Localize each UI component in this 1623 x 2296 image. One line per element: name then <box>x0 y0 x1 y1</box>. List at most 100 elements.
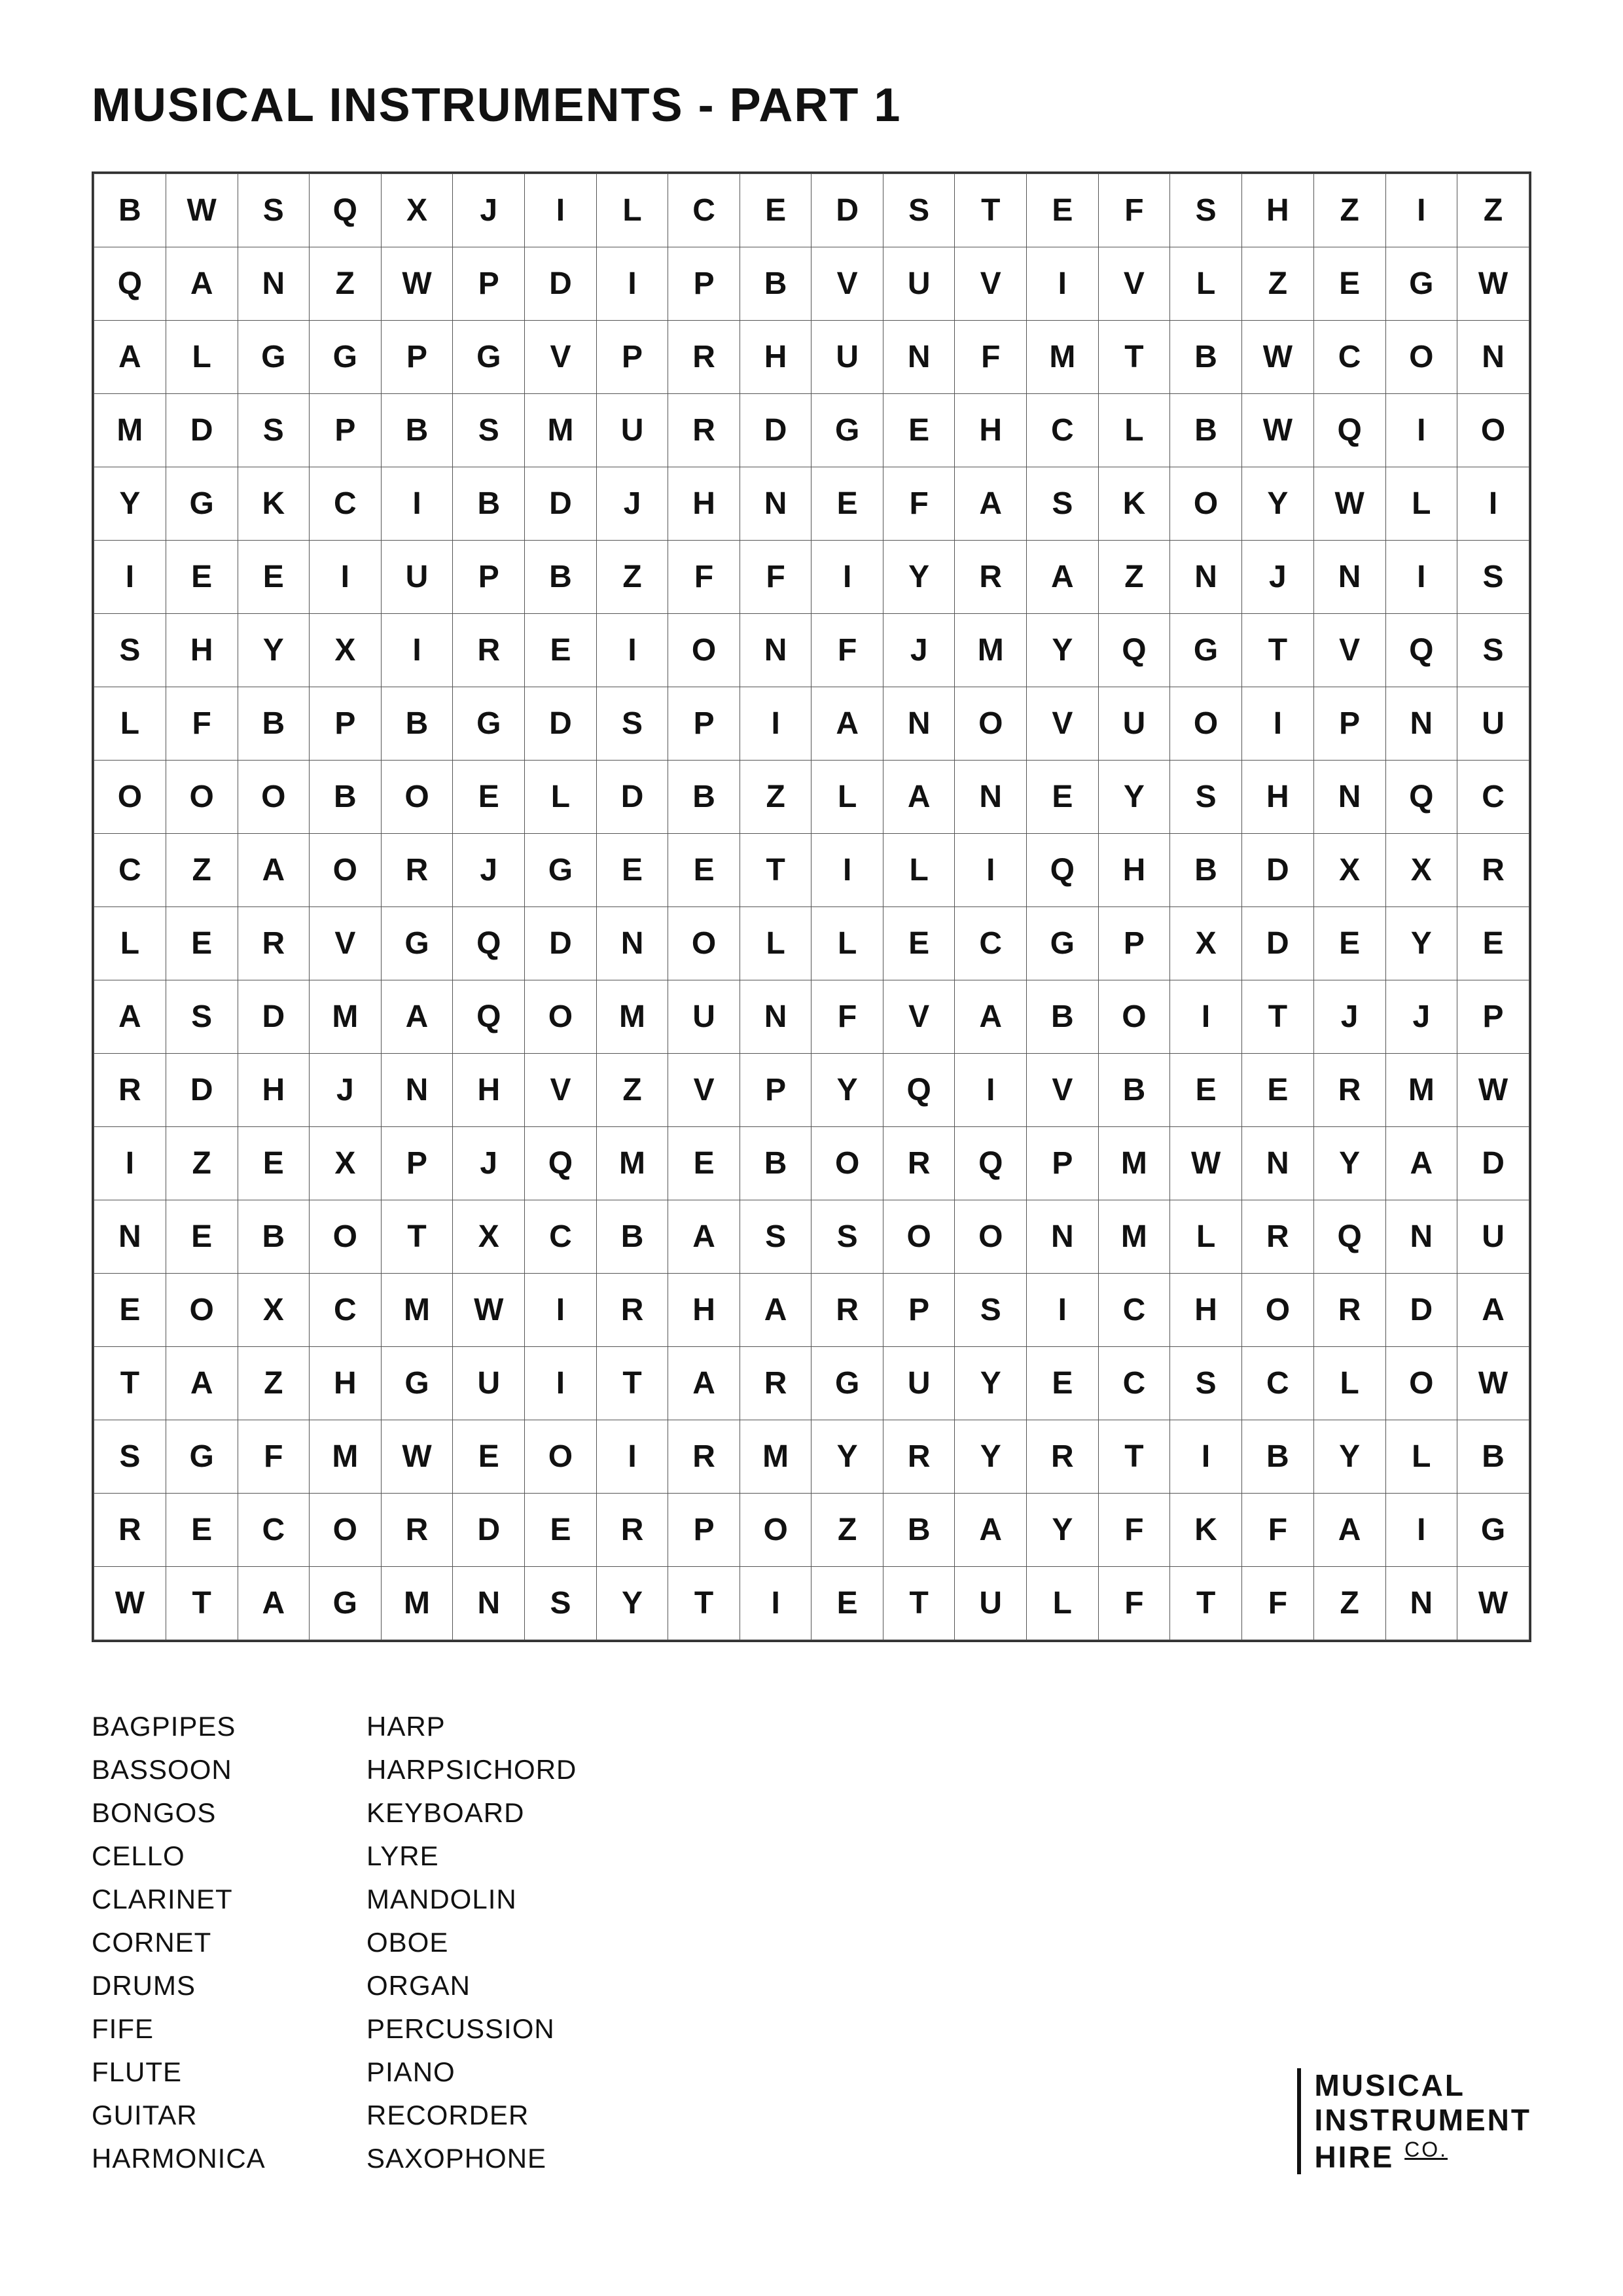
grid-cell: Z <box>1457 174 1529 247</box>
logo-box: MUSICAL INSTRUMENT HIRE CO. <box>1297 2068 1531 2174</box>
grid-cell: I <box>1170 1420 1242 1494</box>
grid-cell: N <box>1027 1200 1099 1274</box>
grid-cell: M <box>310 980 382 1054</box>
grid-cell: B <box>238 1200 310 1274</box>
logo-line-1: MUSICAL <box>1314 2068 1465 2103</box>
grid-cell: G <box>812 394 883 467</box>
grid-cell: M <box>94 394 166 467</box>
grid-cell: D <box>1241 907 1313 980</box>
grid-cell: L <box>1027 1567 1099 1640</box>
grid-cell: E <box>238 1127 310 1200</box>
word-item: MANDOLIN <box>366 1884 641 1915</box>
grid-cell: E <box>166 907 238 980</box>
grid-cell: Q <box>883 1054 955 1127</box>
grid-cell: N <box>1313 761 1385 834</box>
grid-cell: R <box>453 614 525 687</box>
grid-cell: O <box>955 687 1027 761</box>
grid-cell: L <box>94 907 166 980</box>
word-item: DRUMS <box>92 1970 366 2001</box>
grid-cell: V <box>1027 1054 1099 1127</box>
grid-cell: T <box>1098 1420 1170 1494</box>
grid-cell: Y <box>1098 761 1170 834</box>
grid-cell: T <box>740 834 812 907</box>
grid-cell: O <box>668 907 740 980</box>
grid-cell: D <box>525 467 597 541</box>
grid-cell: A <box>1457 1274 1529 1347</box>
grid-cell: W <box>381 1420 453 1494</box>
grid-cell: B <box>1457 1420 1529 1494</box>
grid-cell: F <box>812 614 883 687</box>
grid-cell: G <box>166 1420 238 1494</box>
grid-cell: N <box>1170 541 1242 614</box>
word-item: HARP <box>366 1711 641 1742</box>
grid-cell: C <box>310 467 382 541</box>
grid-cell: C <box>1027 394 1099 467</box>
grid-cell: S <box>94 1420 166 1494</box>
grid-cell: I <box>1385 1494 1457 1567</box>
grid-cell: I <box>1027 247 1099 321</box>
grid-cell: N <box>1385 1567 1457 1640</box>
grid-cell: W <box>1241 394 1313 467</box>
grid-cell: J <box>310 1054 382 1127</box>
grid-cell: S <box>238 394 310 467</box>
grid-cell: P <box>310 687 382 761</box>
grid-cell: H <box>1098 834 1170 907</box>
grid-cell: Q <box>310 174 382 247</box>
grid-cell: S <box>1027 467 1099 541</box>
grid-cell: S <box>883 174 955 247</box>
grid-cell: G <box>453 687 525 761</box>
grid-cell: P <box>668 247 740 321</box>
grid-cell: F <box>668 541 740 614</box>
grid-cell: J <box>883 614 955 687</box>
word-item: CELLO <box>92 1840 366 1872</box>
grid-cell: S <box>166 980 238 1054</box>
grid-cell: U <box>1457 1200 1529 1274</box>
grid-cell: E <box>812 1567 883 1640</box>
grid-cell: M <box>596 1127 668 1200</box>
grid-cell: D <box>812 174 883 247</box>
grid-cell: M <box>381 1567 453 1640</box>
grid-cell: E <box>740 174 812 247</box>
grid-cell: P <box>310 394 382 467</box>
grid-cell: H <box>238 1054 310 1127</box>
grid-cell: W <box>381 247 453 321</box>
grid-cell: Q <box>1313 394 1385 467</box>
grid-cell: O <box>310 1494 382 1567</box>
grid-cell: B <box>1027 980 1099 1054</box>
grid-cell: Q <box>1313 1200 1385 1274</box>
grid-cell: J <box>453 834 525 907</box>
grid-cell: O <box>166 1274 238 1347</box>
grid-cell: O <box>1385 1347 1457 1420</box>
grid-cell: R <box>883 1127 955 1200</box>
grid-cell: P <box>740 1054 812 1127</box>
grid-cell: S <box>1170 174 1242 247</box>
grid-cell: I <box>1385 541 1457 614</box>
grid-cell: P <box>453 247 525 321</box>
grid-cell: C <box>1098 1347 1170 1420</box>
grid-cell: A <box>381 980 453 1054</box>
grid-cell: I <box>812 541 883 614</box>
grid-cell: W <box>1241 321 1313 394</box>
grid-cell: R <box>596 1494 668 1567</box>
grid-cell: U <box>883 1347 955 1420</box>
grid-cell: N <box>94 1200 166 1274</box>
grid-cell: G <box>1385 247 1457 321</box>
grid-cell: G <box>381 1347 453 1420</box>
grid-cell: P <box>381 1127 453 1200</box>
word-item: OBOE <box>366 1927 641 1958</box>
grid-cell: S <box>238 174 310 247</box>
grid-cell: B <box>596 1200 668 1274</box>
grid-cell: V <box>310 907 382 980</box>
grid-cell: Y <box>1027 1494 1099 1567</box>
grid-cell: U <box>883 247 955 321</box>
grid-cell: O <box>166 761 238 834</box>
grid-cell: B <box>310 761 382 834</box>
grid-cell: U <box>1457 687 1529 761</box>
grid-cell: O <box>668 614 740 687</box>
grid-cell: E <box>1027 174 1099 247</box>
grid-cell: Y <box>955 1347 1027 1420</box>
grid-cell: T <box>94 1347 166 1420</box>
grid-cell: H <box>1170 1274 1242 1347</box>
grid-cell: T <box>955 174 1027 247</box>
grid-cell: O <box>310 1200 382 1274</box>
